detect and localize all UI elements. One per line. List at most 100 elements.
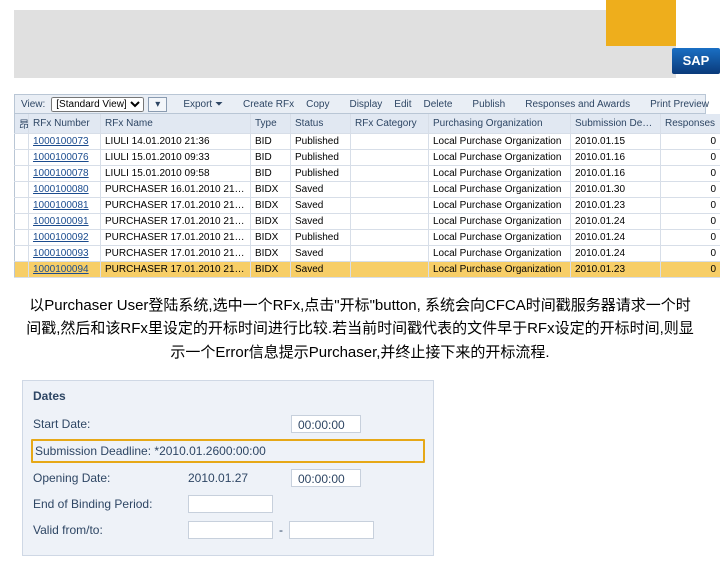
view-go-button[interactable]: ▾ [148, 97, 167, 112]
col-org[interactable]: Purchasing Organization [429, 114, 571, 134]
submission-deadline-row: Submission Deadline: * 2010.01.26 00:00:… [31, 439, 425, 463]
export-button[interactable]: Export ⏷ [179, 99, 227, 110]
rfx-number-link[interactable]: 1000100076 [33, 152, 89, 163]
rfx-table: 昂 RFx Number RFx Name Type Status RFx Ca… [14, 114, 720, 278]
edit-button[interactable]: Edit [390, 99, 415, 110]
col-responses[interactable]: Responses [661, 114, 720, 134]
publish-button[interactable]: Publish [468, 99, 509, 110]
responses-awards-button[interactable]: Responses and Awards [521, 99, 634, 110]
deadline-cell: 2010.01.23 [571, 198, 661, 214]
end-binding-label: End of Binding Period: [33, 497, 188, 511]
col-type[interactable]: Type [251, 114, 291, 134]
responses-cell: 0 [661, 182, 720, 198]
rfx-name-cell: PURCHASER 16.01.2010 21:11 [101, 182, 251, 198]
print-preview-button[interactable]: Print Preview [646, 99, 713, 110]
responses-cell: 0 [661, 214, 720, 230]
table-row[interactable]: 1000100092PURCHASER 17.01.2010 21:37BIDX… [15, 230, 720, 246]
opening-date-value[interactable]: 2010.01.27 [188, 471, 283, 485]
rfx-name-cell: PURCHASER 17.01.2010 21:29 [101, 214, 251, 230]
category-cell [351, 214, 429, 230]
valid-from-to-label: Valid from/to: [33, 523, 188, 537]
rfx-number-link[interactable]: 1000100092 [33, 232, 89, 243]
start-date-row: Start Date: 00:00:00 [33, 411, 423, 437]
rfx-number-link[interactable]: 1000100094 [33, 264, 89, 275]
status-cell: Published [291, 134, 351, 150]
table-row[interactable]: 1000100076LIULI 15.01.2010 09:33BIDPubli… [15, 150, 720, 166]
responses-cell: 0 [661, 134, 720, 150]
row-selector[interactable] [15, 214, 29, 230]
row-selector[interactable] [15, 262, 29, 278]
row-selector[interactable] [15, 150, 29, 166]
valid-from-input[interactable] [188, 521, 273, 539]
rfx-number-cell: 1000100081 [29, 198, 101, 214]
deadline-cell: 2010.01.24 [571, 214, 661, 230]
row-selector[interactable] [15, 166, 29, 182]
row-selector[interactable] [15, 198, 29, 214]
rfx-number-cell: 1000100076 [29, 150, 101, 166]
submission-deadline-date[interactable]: 2010.01.26 [159, 444, 219, 458]
deadline-cell: 2010.01.16 [571, 150, 661, 166]
type-cell: BIDX [251, 246, 291, 262]
rfx-number-link[interactable]: 1000100093 [33, 248, 89, 259]
category-cell [351, 166, 429, 182]
col-deadline[interactable]: Submission Deadline [571, 114, 661, 134]
rfx-number-cell: 1000100094 [29, 262, 101, 278]
type-cell: BIDX [251, 198, 291, 214]
opening-date-label: Opening Date: [33, 471, 188, 485]
org-cell: Local Purchase Organization [429, 150, 571, 166]
rfx-name-cell: PURCHASER 17.01.2010 21:44 [101, 262, 251, 278]
category-cell [351, 134, 429, 150]
status-cell: Saved [291, 262, 351, 278]
display-button[interactable]: Display [345, 99, 386, 110]
col-select[interactable]: 昂 [15, 114, 29, 134]
table-row[interactable]: 1000100073LIULI 14.01.2010 21:36BIDPubli… [15, 134, 720, 150]
org-cell: Local Purchase Organization [429, 182, 571, 198]
row-selector[interactable] [15, 246, 29, 262]
deadline-cell: 2010.01.23 [571, 262, 661, 278]
responses-cell: 0 [661, 262, 720, 278]
table-row[interactable]: 1000100093PURCHASER 17.01.2010 21:42BIDX… [15, 246, 720, 262]
table-row[interactable]: 1000100091 PURCHASER 17.01.2010 21:29BIDX… [15, 214, 720, 230]
org-cell: Local Purchase Organization [429, 214, 571, 230]
category-cell [351, 246, 429, 262]
rfx-number-cell: 1000100078 [29, 166, 101, 182]
org-cell: Local Purchase Organization [429, 262, 571, 278]
row-selector[interactable] [15, 134, 29, 150]
submission-deadline-time[interactable]: 00:00:00 [219, 444, 266, 458]
end-binding-input[interactable] [188, 495, 273, 513]
row-selector[interactable] [15, 230, 29, 246]
type-cell: BIDX [251, 214, 291, 230]
rfx-number-link[interactable]: 1000100073 [33, 136, 89, 147]
rfx-grid-section: View: [Standard View] ▾ Export ⏷ Create … [14, 94, 706, 278]
rfx-name-cell: LIULI 15.01.2010 09:33 [101, 150, 251, 166]
table-row[interactable]: 1000100081PURCHASER 17.01.2010 21:14BIDX… [15, 198, 720, 214]
rfx-number-link[interactable]: 1000100080 [33, 184, 89, 195]
responses-cell: 0 [661, 150, 720, 166]
col-rfx-number[interactable]: RFx Number [29, 114, 101, 134]
valid-to-input[interactable] [289, 521, 374, 539]
category-cell [351, 150, 429, 166]
view-select[interactable]: [Standard View] [51, 97, 144, 112]
delete-button[interactable]: Delete [420, 99, 457, 110]
table-row[interactable]: 1000100094PURCHASER 17.01.2010 21:44BIDX… [15, 262, 720, 278]
type-cell: BIDX [251, 230, 291, 246]
rfx-number-cell: 1000100073 [29, 134, 101, 150]
rfx-number-link[interactable]: 1000100081 [33, 200, 89, 211]
copy-button[interactable]: Copy [302, 99, 333, 110]
col-rfx-name[interactable]: RFx Name [101, 114, 251, 134]
col-status[interactable]: Status [291, 114, 351, 134]
start-time-value[interactable]: 00:00:00 [291, 415, 361, 433]
col-category[interactable]: RFx Category [351, 114, 429, 134]
table-row[interactable]: 1000100080PURCHASER 16.01.2010 21:11BIDX… [15, 182, 720, 198]
valid-from-to-row: Valid from/to: - [33, 517, 423, 543]
rfx-number-link[interactable]: 1000100091 [33, 216, 89, 227]
opening-time-value[interactable]: 00:00:00 [291, 469, 361, 487]
row-selector[interactable] [15, 182, 29, 198]
banner-gold-block [606, 0, 676, 46]
deadline-cell: 2010.01.24 [571, 246, 661, 262]
create-rfx-button[interactable]: Create RFx [239, 99, 298, 110]
org-cell: Local Purchase Organization [429, 134, 571, 150]
category-cell [351, 182, 429, 198]
rfx-number-link[interactable]: 1000100078 [33, 168, 89, 179]
table-row[interactable]: 1000100078LIULI 15.01.2010 09:58BIDPubli… [15, 166, 720, 182]
